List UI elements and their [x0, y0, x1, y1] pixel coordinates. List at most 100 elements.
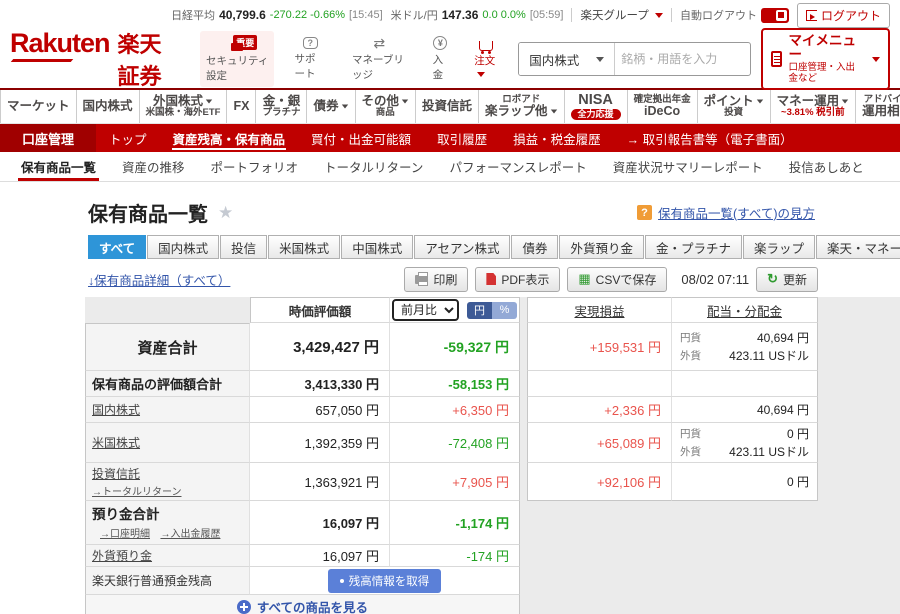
print-button[interactable]: 印刷: [404, 266, 469, 292]
favorite-star-icon[interactable]: ★: [218, 203, 233, 223]
nav-item-money-management[interactable]: マネー運用 ~3.81% 税引前: [771, 90, 857, 123]
nikkei-value: 40,799.6: [219, 8, 266, 22]
support-button[interactable]: ? サポート: [288, 33, 331, 85]
deposit-total-change: -1,174 円: [390, 501, 520, 545]
nav-item-foreign-stocks[interactable]: 外国株式 米国株・海外ETF: [140, 90, 228, 123]
us-stocks-link[interactable]: 米国株式: [92, 434, 140, 451]
subnav-asset-trend[interactable]: 資産の推移: [109, 152, 198, 181]
tab-asean-stocks[interactable]: アセアン株式: [414, 235, 511, 259]
table-header-row: 時価評価額 前月比 円 % 実現損益 配当・分配金: [85, 297, 818, 323]
subnav-asset-summary-report[interactable]: 資産状況サマリーレポート: [600, 152, 776, 181]
subnav-holdings-list[interactable]: 保有商品一覧: [8, 152, 109, 181]
chevron-down-icon: [477, 71, 486, 77]
account-nav-buying-power[interactable]: 買付・出金可能額: [298, 124, 424, 152]
nav-item-bonds[interactable]: 債券: [307, 90, 356, 123]
security-settings-button[interactable]: 重要 セキュリティ設定: [200, 31, 275, 87]
nav-item-nisa[interactable]: NISA 全力応援: [565, 90, 628, 123]
tab-domestic-stocks[interactable]: 国内株式: [147, 235, 220, 259]
nav-item-gold-platinum[interactable]: 金・銀 プラチナ: [256, 90, 308, 123]
get-balance-button[interactable]: 残高情報を取得: [327, 568, 442, 593]
chevron-down-icon: [654, 13, 663, 19]
chevron-down-icon: [205, 99, 213, 104]
us-value: 1,392,359 円: [250, 423, 390, 463]
account-nav-top[interactable]: トップ: [96, 124, 160, 152]
view-all-products[interactable]: すべての商品を見る: [85, 595, 520, 614]
rakuten-logo[interactable]: Rakuten 楽天証券: [10, 27, 172, 91]
chevron-down-icon: [756, 99, 763, 104]
logout-button[interactable]: ログアウト: [796, 2, 890, 28]
fx-deposit-link[interactable]: 外貨預り金: [92, 547, 152, 564]
toggle-percent[interactable]: %: [492, 301, 517, 319]
refresh-icon: ↻: [767, 271, 778, 286]
subnav-fund-footprint[interactable]: 投信あしあと: [776, 152, 877, 181]
help-icon[interactable]: ?: [637, 205, 653, 220]
account-statement-link[interactable]: →口座明細: [100, 529, 150, 540]
my-menu-button[interactable]: マイメニュー 口座管理・入出金など: [760, 28, 890, 90]
nav-item-market[interactable]: マーケット: [0, 90, 77, 123]
money-bridge-button[interactable]: ⇄ マネーブリッジ: [346, 32, 413, 86]
column-header-dividends[interactable]: 配当・分配金: [707, 301, 782, 320]
domestic-realized: +2,336 円: [527, 397, 672, 423]
nav-item-robo-advisor[interactable]: ロボアド 楽ラップ他: [479, 90, 565, 123]
mutual-funds-link[interactable]: 投資信託: [92, 465, 140, 482]
page-title: 保有商品一覧: [88, 204, 208, 226]
yen-percent-toggle: 円 %: [467, 301, 517, 319]
subnav-performance-report[interactable]: パフォーマンスレポート: [436, 152, 599, 181]
nav-item-ideco[interactable]: 確定拠出年金 iDeCo: [628, 90, 698, 123]
tab-fx-deposit[interactable]: 外貨預り金: [559, 235, 644, 259]
tab-china-stocks[interactable]: 中国株式: [341, 235, 414, 259]
tab-funds[interactable]: 投信: [220, 235, 268, 259]
deposit-button[interactable]: ¥ 入金: [427, 32, 455, 86]
subnav-total-return[interactable]: トータルリターン: [311, 152, 436, 181]
auto-logout: 自動ログアウト: [680, 7, 789, 23]
us-dividend-fx: 423.11 USドル: [729, 445, 809, 459]
holdings-detail-link[interactable]: ↓保有商品詳細（すべて）: [88, 270, 230, 289]
fund-dividend: 0 円: [672, 463, 818, 501]
total-return-link[interactable]: →トータルリターン: [92, 483, 182, 498]
lock-icon: 重要: [231, 35, 258, 51]
tab-rakuwrap[interactable]: 楽ラップ: [743, 235, 816, 259]
auto-logout-toggle[interactable]: [760, 7, 789, 23]
domestic-stocks-link[interactable]: 国内株式: [92, 401, 140, 418]
tab-us-stocks[interactable]: 米国株式: [268, 235, 341, 259]
account-nav-balance[interactable]: 資産残高・保有商品: [160, 124, 299, 152]
period-select[interactable]: 前月比: [392, 299, 459, 321]
refresh-button[interactable]: ↻ 更新: [756, 266, 818, 292]
nav-item-fx[interactable]: FX: [227, 90, 257, 123]
account-nav-home[interactable]: 口座管理: [0, 124, 97, 152]
order-button[interactable]: 注文: [468, 34, 504, 84]
nav-item-other-products[interactable]: その他 商品: [356, 90, 417, 123]
tab-money-fund[interactable]: 楽天・マネーファンド: [816, 235, 900, 259]
search-input[interactable]: [615, 52, 750, 66]
csv-button[interactable]: ▦ CSVで保存: [567, 266, 668, 292]
nav-item-domestic-stocks[interactable]: 国内株式: [77, 90, 140, 123]
rakuten-group-menu[interactable]: 楽天グループ: [580, 7, 663, 23]
last-updated-timestamp: 08/02 07:11: [681, 271, 750, 287]
tab-bonds[interactable]: 債券: [511, 235, 559, 259]
logo-rakuten-text: Rakuten: [10, 28, 111, 58]
pdf-icon: [486, 273, 497, 285]
account-nav-reports[interactable]: → 取引報告書等（電子書面）: [614, 124, 806, 152]
my-menu-icon: [770, 51, 783, 67]
deposit-withdraw-history-link[interactable]: →入出金履歴: [160, 529, 220, 540]
tab-all[interactable]: すべて: [88, 235, 147, 259]
toggle-yen[interactable]: 円: [467, 301, 492, 319]
search-box: 国内株式: [518, 42, 751, 76]
help-link[interactable]: 保有商品一覧(すべて)の見方: [658, 203, 815, 222]
nav-item-mutual-funds[interactable]: 投資信託: [416, 90, 480, 123]
column-header-realized-pl[interactable]: 実現損益: [574, 301, 624, 320]
subnav-portfolio[interactable]: ポートフォリオ: [198, 152, 312, 181]
nav-item-point-investing[interactable]: ポイント 投資: [698, 90, 771, 123]
chevron-down-icon: [841, 99, 849, 104]
column-header-market-value: 時価評価額: [250, 297, 390, 323]
tab-gold-platinum[interactable]: 金・プラチナ: [645, 235, 743, 259]
nikkei-time: [15:45]: [349, 9, 383, 21]
cart-icon: [479, 41, 494, 54]
pdf-button[interactable]: PDF表示: [475, 266, 561, 292]
account-nav-history[interactable]: 取引履歴: [424, 124, 500, 152]
account-nav-pl-tax[interactable]: 損益・税金履歴: [500, 124, 614, 152]
fx-deposit-value: 16,097 円: [250, 545, 390, 567]
nav-item-advisor[interactable]: アドバイザー 運用相談: [856, 90, 900, 123]
usdjpy-value: 147.36: [441, 8, 479, 22]
search-category-select[interactable]: 国内株式: [519, 43, 616, 75]
